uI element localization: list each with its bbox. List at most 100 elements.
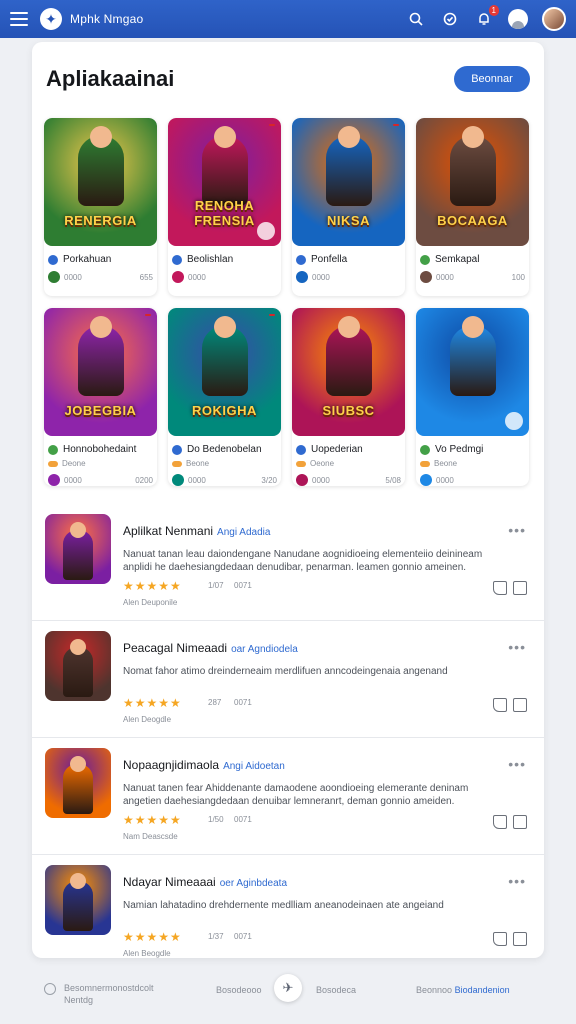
list-item[interactable]: Peacagal Nimeaadi oar Agndiodela Nomat fa…	[32, 621, 544, 738]
list-item[interactable]: Aplilkat Nenmani Angi Adadia Nanuat tanan…	[32, 504, 544, 621]
list-item-description: Nomat fahor atimo dreinderneaim merdlifu…	[123, 666, 448, 677]
list-item-title-row: Nopaagnjidimaola Angi Aidoetan	[123, 758, 285, 772]
app-tile[interactable]: BOCAAGA Semkapal 0000 100	[416, 118, 529, 296]
app-thumbnail[interactable]: BOCAAGA	[416, 118, 529, 246]
app-name: Do Bedenobelan	[187, 444, 262, 455]
like-icon[interactable]	[493, 815, 507, 829]
like-icon[interactable]	[493, 932, 507, 946]
brand-logo-icon[interactable]: ✦	[40, 8, 62, 30]
play-icon[interactable]	[257, 222, 275, 240]
list-item-tag[interactable]: Angi Aidoetan	[223, 761, 285, 772]
app-tile[interactable]: RENERGIA Porkahuan 0000 655	[44, 118, 157, 296]
app-tile[interactable]: NIKSA Ponfella 0000	[292, 118, 405, 296]
download-count: 0071	[234, 815, 252, 824]
list-item-title[interactable]: Nopaagnjidimaola	[123, 758, 219, 772]
share-icon[interactable]: ✈	[274, 974, 302, 1002]
app-thumbnail[interactable]: RENOHA FRENSIA	[168, 118, 281, 246]
play-icon[interactable]	[505, 412, 523, 430]
profile-icon[interactable]	[508, 9, 528, 29]
app-tile[interactable]: Vo Pedmgi Beone 0000	[416, 308, 529, 486]
list-item-thumbnail[interactable]	[45, 865, 111, 935]
list-item-title[interactable]: Aplilkat Nenmani	[123, 524, 213, 538]
app-thumbnail[interactable]	[416, 308, 529, 436]
footer: Besomnermonostdcolt Nentdg Bosodeooo ✈ B…	[0, 970, 576, 1024]
footer-right-link[interactable]: Biodandenion	[455, 985, 510, 995]
app-name-row: Vo Pedmgi	[416, 436, 529, 455]
list-item-title[interactable]: Peacagal Nimeaadi	[123, 641, 227, 655]
more-options-icon[interactable]: •••	[508, 873, 526, 889]
list-item[interactable]: Nopaagnjidimaola Angi Aidoetan Nanuat tan…	[32, 738, 544, 855]
check-shield-icon[interactable]	[440, 9, 460, 29]
more-options-icon[interactable]: •••	[508, 639, 526, 655]
menu-icon[interactable]	[10, 12, 28, 26]
list-item[interactable]: Ndayar Nimeaaai oer Aginbdeata Namian lah…	[32, 855, 544, 972]
rating-count: 1/07	[208, 581, 224, 590]
notification-icon[interactable]: 1	[474, 5, 499, 29]
developer-avatar	[420, 271, 432, 283]
app-meta: 0000 0200	[44, 468, 157, 486]
list-item-tag[interactable]: oer Aginbdeata	[220, 878, 287, 889]
developer-avatar	[296, 271, 308, 283]
list-item-title[interactable]: Ndayar Nimeaaai	[123, 875, 216, 889]
app-sub-label: Beone	[434, 459, 458, 468]
app-meta-left: 0000	[436, 272, 454, 282]
more-options-icon[interactable]: •••	[508, 522, 526, 538]
bookmark-icon[interactable]	[513, 815, 527, 829]
list-item-tag[interactable]: Angi Adadia	[217, 527, 270, 538]
app-sub-row: Deone	[44, 455, 157, 468]
category-dot-icon	[48, 444, 58, 455]
app-name: Semkapal	[435, 254, 480, 265]
tag-badge-icon	[269, 314, 275, 316]
like-icon[interactable]	[493, 698, 507, 712]
app-thumbnail[interactable]: JOBEGBIA	[44, 308, 157, 436]
list-item-author: Alen Deuponile	[123, 598, 178, 607]
list-item-tag[interactable]: oar Agndiodela	[231, 644, 298, 655]
like-icon[interactable]	[493, 581, 507, 595]
footer-link-left[interactable]: Bosodeooo	[216, 985, 262, 995]
primary-action-button[interactable]: Beonnar	[454, 66, 530, 92]
app-meta: 0000	[292, 265, 405, 283]
footer-left-text: Besomnermonostdcolt Nentdg	[64, 983, 154, 1005]
list-item-thumbnail[interactable]	[45, 631, 111, 701]
app-meta-right: 100	[511, 272, 525, 282]
app-meta: 0000 100	[416, 265, 529, 283]
app-tile[interactable]: JOBEGBIA Honnobohedaint Deone 0000 0200	[44, 308, 157, 486]
app-meta: 0000 5/08	[292, 468, 405, 486]
info-icon[interactable]	[44, 983, 56, 995]
more-options-icon[interactable]: •••	[508, 756, 526, 772]
top-app-bar: ✦ Mphk Nmgao 1	[0, 0, 576, 38]
app-sub-label: Beone	[186, 459, 210, 468]
app-thumbnail[interactable]: ROKIGHA	[168, 308, 281, 436]
list-item-author: Alen Beogdle	[123, 949, 171, 958]
list-item-thumbnail[interactable]	[45, 748, 111, 818]
app-meta-left: 0000	[312, 475, 330, 485]
avatar[interactable]	[542, 7, 566, 31]
app-sub-row: Oeone	[292, 455, 405, 468]
search-icon[interactable]	[406, 9, 426, 29]
app-thumbnail[interactable]: NIKSA	[292, 118, 405, 246]
app-name-row: Ponfella	[292, 246, 405, 265]
rating-stars: ★★★★★	[123, 696, 182, 710]
app-thumbnail[interactable]: RENERGIA	[44, 118, 157, 246]
list-item-description: Namian lahatadino drehdernente medlliam …	[123, 900, 444, 911]
app-tile[interactable]: ROKIGHA Do Bedenobelan Beone 0000 3/20	[168, 308, 281, 486]
app-tile[interactable]: SIUBSC Uopederian Oeone 0000 5/08	[292, 308, 405, 486]
flame-icon	[172, 460, 182, 467]
footer-right: Beonnoo Biodandenion	[416, 985, 510, 995]
bookmark-icon[interactable]	[513, 581, 527, 595]
list-item-thumbnail[interactable]	[45, 514, 111, 584]
rating-stars: ★★★★★	[123, 579, 182, 593]
bookmark-icon[interactable]	[513, 698, 527, 712]
tag-badge-icon	[145, 314, 151, 316]
download-count: 0071	[234, 698, 252, 707]
app-art-title: NIKSA	[327, 213, 370, 228]
footer-link-right[interactable]: Bosodeca	[316, 985, 356, 995]
category-dot-icon	[48, 254, 58, 265]
list-item-description: Nanuat tanan leau daiondengane Nanudane …	[123, 549, 483, 573]
app-tile[interactable]: RENOHA FRENSIA Beolishlan 0000	[168, 118, 281, 296]
app-thumbnail[interactable]: SIUBSC	[292, 308, 405, 436]
app-meta: 0000 655	[44, 265, 157, 283]
list-item-title-row: Aplilkat Nenmani Angi Adadia	[123, 524, 270, 538]
bookmark-icon[interactable]	[513, 932, 527, 946]
app-meta: 0000 3/20	[168, 468, 281, 486]
